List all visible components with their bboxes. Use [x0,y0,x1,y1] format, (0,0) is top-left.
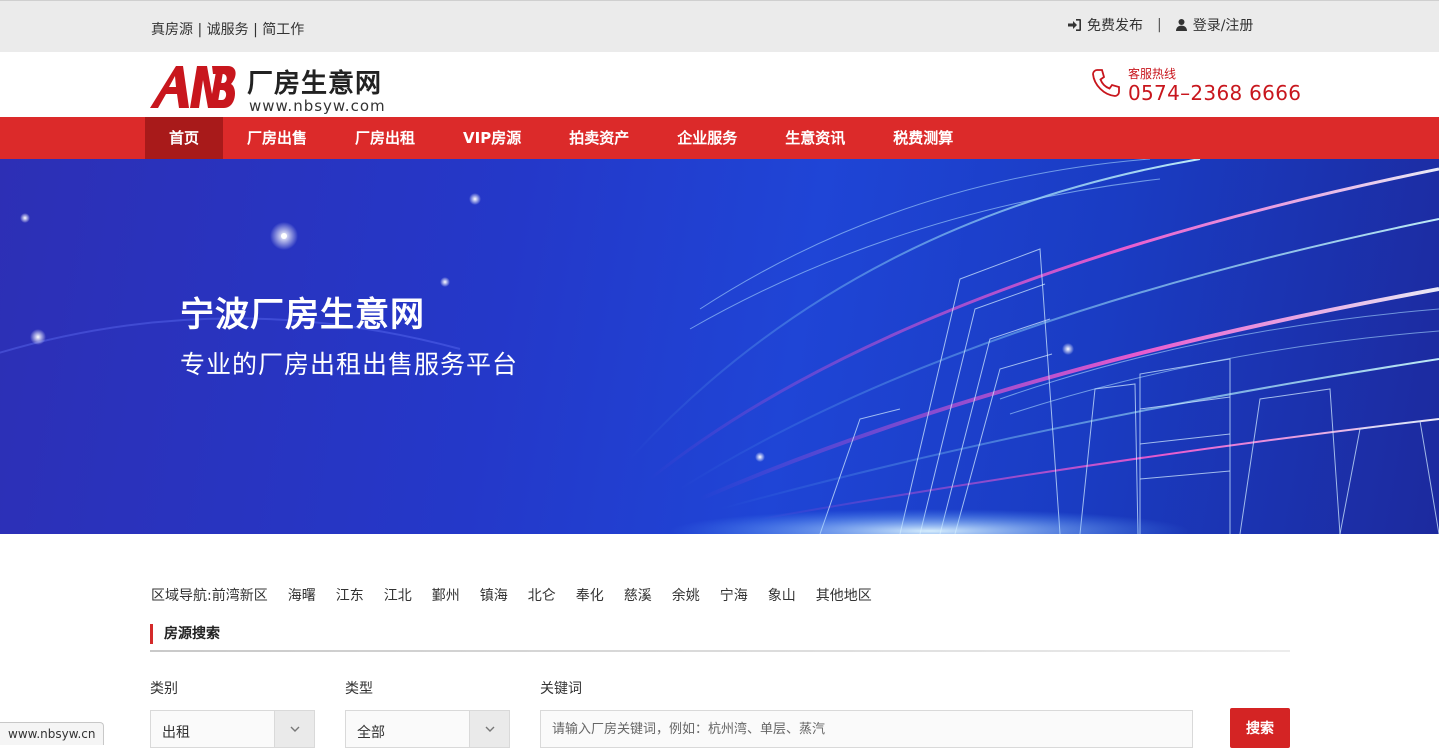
phone-icon [1092,69,1120,97]
nav-tax-calculator[interactable]: 税费测算 [869,117,977,159]
section-divider [150,650,1290,652]
customer-hotline: 客服热线 0574–2368 6666 [1090,65,1301,109]
site-header: NB 厂房生意网 www.nbsyw.com 客服热线 0574–2368 66… [0,52,1439,117]
login-register-link[interactable]: 登录/注册 [1175,15,1254,35]
free-publish-link[interactable]: 免费发布 [1068,15,1143,35]
category-label: 类别 [150,681,178,697]
free-publish-label: 免费发布 [1087,18,1143,34]
type-dropdown-toggle[interactable] [469,711,509,747]
slogan-text: 真房源 | 诚服务 | 简工作 [151,22,305,38]
keyword-label: 关键词 [540,681,582,697]
nav-factory-rent[interactable]: 厂房出租 [331,117,439,159]
area-link[interactable]: 镇海 [480,585,508,605]
logo-mark-icon: NB [150,66,236,108]
main-nav: 首页 厂房出售 厂房出租 VIP房源 拍卖资产 企业服务 生意资讯 税费测算 [0,117,1439,159]
hotline-number: 0574–2368 6666 [1128,81,1302,105]
area-link[interactable]: 奉化 [576,585,604,605]
type-select-value: 全部 [357,725,385,741]
category-dropdown-toggle[interactable] [274,711,314,747]
nav-home[interactable]: 首页 [145,117,224,159]
banner-title: 宁波厂房生意网 [180,295,425,335]
logo-name: 厂房生意网 [247,69,383,99]
top-utility-bar: 真房源 | 诚服务 | 简工作 免费发布 | 登录/注册 [0,0,1439,52]
area-link[interactable]: 余姚 [672,585,700,605]
category-select-value: 出租 [162,725,190,741]
area-link[interactable]: 鄞州 [432,585,460,605]
area-link[interactable]: 北仑 [528,585,556,605]
status-bar-url: www.nbsyw.cn [0,722,105,745]
area-link[interactable]: 慈溪 [624,585,652,605]
hero-banner[interactable]: 宁波厂房生意网 专业的厂房出租出售服务平台 [0,159,1439,534]
category-select[interactable]: 出租 [150,710,315,748]
area-link[interactable]: 海曙 [288,585,316,605]
site-logo[interactable]: NB 厂房生意网 www.nbsyw.com [150,61,420,115]
hotline-label: 客服热线 [1128,67,1177,81]
search-section-title: 房源搜索 [150,624,220,644]
nav-business-news[interactable]: 生意资讯 [761,117,869,159]
area-link[interactable]: 江北 [384,585,412,605]
search-button[interactable]: 搜索 [1230,708,1290,748]
area-link[interactable]: 象山 [768,585,796,605]
banner-subtitle: 专业的厂房出租出售服务平台 [180,350,519,379]
login-register-label: 登录/注册 [1192,18,1254,34]
chevron-down-icon [485,726,494,732]
nav-vip-listings[interactable]: VIP房源 [439,117,545,159]
area-link[interactable]: 江东 [336,585,364,605]
area-link[interactable]: 其他地区 [816,585,872,605]
nav-auction-assets[interactable]: 拍卖资产 [545,117,653,159]
type-select[interactable]: 全部 [345,710,510,748]
area-link[interactable]: 宁海 [720,585,748,605]
keyword-input[interactable] [540,710,1193,748]
logo-url: www.nbsyw.com [249,97,386,115]
user-icon [1175,19,1187,31]
top-right-links: 免费发布 | 登录/注册 [1068,15,1253,35]
chevron-down-icon [290,726,299,732]
top-separator: | [1157,17,1162,33]
area-nav-label: 区域导航: [151,588,212,604]
area-nav: 区域导航: 前湾新区 海曙 江东 江北 鄞州 镇海 北仑 奉化 慈溪 余姚 宁海… [151,585,892,605]
area-link[interactable]: 前湾新区 [212,585,268,605]
nav-enterprise-services[interactable]: 企业服务 [653,117,761,159]
sign-in-icon [1068,19,1081,31]
type-label: 类型 [345,681,373,697]
nav-factory-sale[interactable]: 厂房出售 [223,117,331,159]
